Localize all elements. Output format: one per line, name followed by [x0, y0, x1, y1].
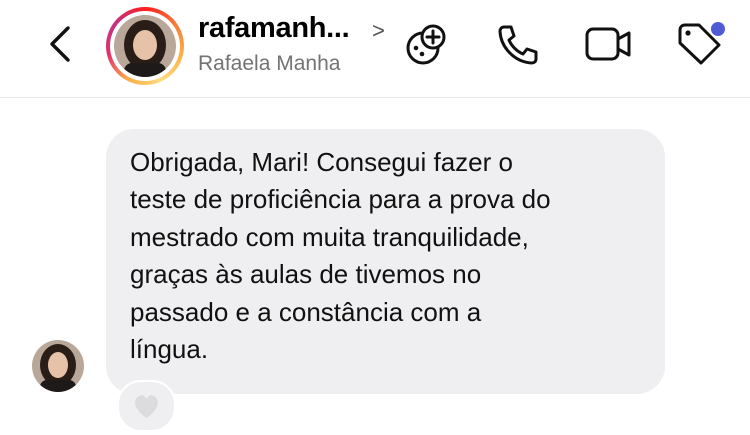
notification-dot	[711, 22, 725, 36]
phone-icon[interactable]	[495, 22, 541, 68]
back-chevron-icon[interactable]	[40, 22, 84, 66]
real-name[interactable]: Rafaela Manha	[198, 52, 340, 76]
sender-avatar[interactable]	[32, 340, 84, 392]
games-icon[interactable]	[402, 20, 452, 70]
tag-icon[interactable]	[674, 16, 730, 66]
profile-avatar[interactable]	[106, 7, 184, 85]
reaction-badge[interactable]	[117, 380, 176, 432]
message-text: Obrigada, Mari! Consegui fazer o teste d…	[130, 147, 551, 365]
heart-icon	[135, 395, 158, 418]
chat-header: rafamanh... > Rafaela Manha	[0, 0, 750, 98]
profile-chevron[interactable]: >	[372, 18, 385, 44]
avatar-photo	[114, 15, 176, 77]
username[interactable]: rafamanh...	[198, 12, 350, 45]
video-icon[interactable]	[584, 24, 634, 64]
